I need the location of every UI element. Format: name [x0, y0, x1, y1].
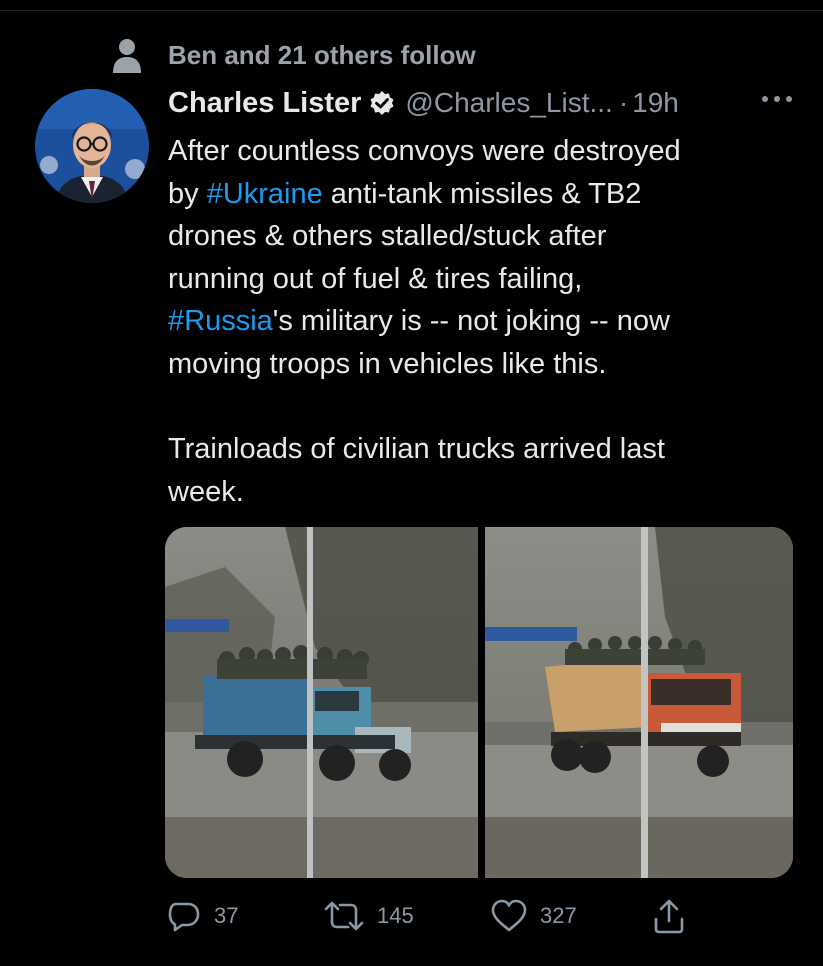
header-separator: ·: [618, 87, 629, 118]
tweet-paragraph: After countless convoys were destroyed b…: [168, 130, 788, 386]
verified-badge-icon: [370, 91, 394, 115]
social-context-text[interactable]: Ben and 21 others follow: [168, 40, 476, 71]
reply-count: 37: [214, 903, 239, 928]
share-button[interactable]: [652, 896, 686, 936]
tweet-text: After countless convoys were destroyed b…: [168, 130, 788, 513]
like-button[interactable]: 327: [490, 896, 577, 936]
tweet-paragraph: Trainloads of civilian trucks arrived la…: [168, 433, 665, 508]
retweet-button[interactable]: 145: [323, 896, 414, 936]
author-name[interactable]: Charles Lister: [168, 87, 361, 120]
media-photo-orange-truck[interactable]: [485, 527, 793, 878]
person-icon: [113, 39, 141, 73]
avatar[interactable]: [35, 89, 149, 203]
tweet-actions: 37 145 327: [0, 896, 823, 936]
reply-button[interactable]: 37: [166, 896, 238, 936]
media-photo-blue-truck[interactable]: [165, 527, 478, 878]
ellipsis-icon[interactable]: [760, 92, 794, 106]
top-divider: [0, 10, 823, 11]
media-divider: [478, 527, 485, 878]
heart-icon: [491, 899, 527, 932]
tweet-header: Charles Lister @Charles_List... · 19h: [168, 83, 679, 123]
retweet-icon: [324, 901, 364, 931]
tweet-media[interactable]: [165, 527, 793, 878]
retweet-count: 145: [377, 903, 414, 928]
reply-icon: [168, 902, 200, 932]
social-context: [112, 38, 142, 74]
like-count: 327: [540, 903, 577, 928]
tweet-timestamp[interactable]: 19h: [632, 87, 679, 119]
hashtag-russia[interactable]: #Russia: [168, 305, 273, 337]
hashtag-ukraine[interactable]: #Ukraine: [207, 178, 323, 210]
share-icon: [654, 899, 684, 934]
author-handle[interactable]: @Charles_List...: [405, 87, 612, 119]
